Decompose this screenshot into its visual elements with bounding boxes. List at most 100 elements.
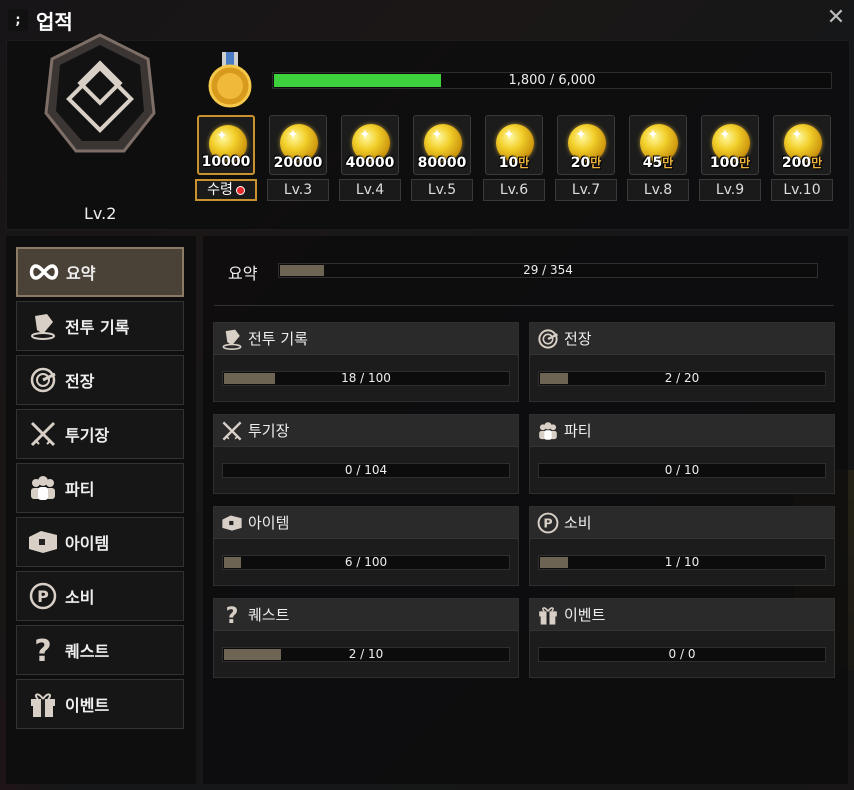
card-header: 전장 — [530, 323, 834, 355]
category-card[interactable]: 전투 기록 18 / 100 — [213, 322, 519, 402]
category-card[interactable]: 전장 2 / 20 — [529, 322, 835, 402]
coin-icon: P — [536, 511, 560, 535]
category-card[interactable]: 파티 0 / 10 — [529, 414, 835, 494]
sidebar-item-label: 투기장 — [65, 426, 110, 445]
sidebar-item-label: 전투 기록 — [65, 318, 130, 337]
reward-slot[interactable]: ✦ 80000 Lv.5 — [411, 115, 473, 201]
reward-amount: 200만 — [781, 155, 823, 171]
party-icon — [25, 470, 61, 506]
party-icon — [536, 419, 560, 443]
card-title: 이벤트 — [564, 606, 606, 624]
divider — [214, 305, 834, 306]
reward-level-label: Lv.3 — [267, 179, 329, 201]
reward-box[interactable]: ✦ 45만 — [629, 115, 687, 175]
crossed-swords-icon — [25, 416, 61, 452]
claim-button[interactable]: 수령 — [195, 179, 257, 201]
card-progress-bar: 2 / 10 — [222, 647, 510, 662]
sidebar-item-label: 전장 — [65, 372, 95, 391]
achievement-emblem-icon — [44, 33, 156, 153]
sidebar-item-label: 아이템 — [65, 534, 110, 553]
reward-slot[interactable]: ✦ 10만 Lv.6 — [483, 115, 545, 201]
sidebar-item[interactable]: 요약 — [16, 247, 184, 297]
question-icon: ? — [25, 632, 61, 668]
svg-text:P: P — [543, 515, 552, 530]
reward-amount: 100만 — [709, 155, 751, 171]
reward-box[interactable]: ✦ 10만 — [485, 115, 543, 175]
window-menu-icon[interactable]: ; — [8, 9, 28, 31]
sidebar-item[interactable]: 파티 — [16, 463, 184, 513]
card-header: P 소비 — [530, 507, 834, 539]
card-title: 전장 — [564, 330, 592, 348]
category-card[interactable]: ? 퀘스트 2 / 10 — [213, 598, 519, 678]
card-title: 소비 — [564, 514, 592, 532]
reward-box[interactable]: ✦ 20만 — [557, 115, 615, 175]
coin-icon: P — [25, 578, 61, 614]
sidebar-item[interactable]: P 소비 — [16, 571, 184, 621]
crossed-swords-icon — [220, 419, 244, 443]
achievement-window: ; 업적 ✕ Lv.2 1,800 / 6,000 ✦ 10000 수령 ✦ 20000… — [0, 0, 854, 790]
card-progress-bar: 1 / 10 — [538, 555, 826, 570]
card-progress-text: 2 / 10 — [348, 647, 384, 661]
reward-amount: 40000 — [345, 155, 395, 171]
battlefield-icon — [25, 362, 61, 398]
card-progress-text: 1 / 10 — [664, 555, 700, 569]
experience-text: 1,800 / 6,000 — [508, 73, 596, 88]
reward-slot[interactable]: ✦ 100만 Lv.9 — [699, 115, 761, 201]
reward-slot[interactable]: ✦ 40000 Lv.4 — [339, 115, 401, 201]
chest-icon — [25, 524, 61, 560]
reward-box[interactable]: ✦ 100만 — [701, 115, 759, 175]
battlefield-icon — [536, 327, 560, 351]
svg-text:?: ? — [226, 604, 239, 626]
sidebar-item-label: 퀘스트 — [65, 642, 110, 661]
reward-slot[interactable]: ✦ 200만 Lv.10 — [771, 115, 833, 201]
experience-bar: 1,800 / 6,000 — [272, 72, 832, 89]
reward-level-label: Lv.10 — [771, 179, 833, 201]
category-card[interactable]: 아이템 6 / 100 — [213, 506, 519, 586]
reward-box[interactable]: ✦ 20000 — [269, 115, 327, 175]
card-header: 전투 기록 — [214, 323, 518, 355]
card-progress-text: 6 / 100 — [344, 555, 388, 569]
card-progress-text: 0 / 0 — [668, 647, 696, 661]
sidebar-item[interactable]: 전투 기록 — [16, 301, 184, 351]
notification-dot — [235, 185, 245, 195]
card-progress-bar: 18 / 100 — [222, 371, 510, 386]
gift-icon — [25, 686, 61, 722]
question-icon: ? — [220, 603, 244, 627]
reward-level-label: Lv.7 — [555, 179, 617, 201]
category-card[interactable]: 이벤트 0 / 0 — [529, 598, 835, 678]
reward-box[interactable]: ✦ 80000 — [413, 115, 471, 175]
svg-text:?: ? — [34, 635, 51, 665]
reward-slot[interactable]: ✦ 10000 수령 — [195, 115, 257, 201]
card-title: 파티 — [564, 422, 592, 440]
card-progress-bar: 2 / 20 — [538, 371, 826, 386]
reward-amount: 20만 — [570, 155, 602, 171]
window-title: 업적 — [36, 9, 73, 34]
summary-progress-bar: 29 / 354 — [278, 263, 818, 278]
sidebar-item[interactable]: ? 퀘스트 — [16, 625, 184, 675]
reward-amount: 45만 — [642, 155, 674, 171]
card-progress-bar: 6 / 100 — [222, 555, 510, 570]
sidebar-item[interactable]: 이벤트 — [16, 679, 184, 729]
card-header: 아이템 — [214, 507, 518, 539]
sidebar-item-label: 소비 — [65, 588, 95, 607]
sidebar-item[interactable]: 투기장 — [16, 409, 184, 459]
card-progress-bar: 0 / 10 — [538, 463, 826, 478]
reward-slot[interactable]: ✦ 20만 Lv.7 — [555, 115, 617, 201]
summary-title: 요약 — [228, 264, 258, 283]
category-card[interactable]: 투기장 0 / 104 — [213, 414, 519, 494]
reward-slot[interactable]: ✦ 45만 Lv.8 — [627, 115, 689, 201]
card-progress-text: 0 / 104 — [344, 463, 388, 477]
card-progress-text: 2 / 20 — [664, 371, 700, 385]
card-title: 투기장 — [248, 422, 290, 440]
reward-box[interactable]: ✦ 10000 — [197, 115, 255, 175]
player-level: Lv.2 — [84, 204, 117, 223]
sidebar-item[interactable]: 아이템 — [16, 517, 184, 567]
close-button[interactable]: ✕ — [824, 7, 848, 31]
reward-box[interactable]: ✦ 200만 — [773, 115, 831, 175]
category-card[interactable]: P 소비 1 / 10 — [529, 506, 835, 586]
reward-amount: 10000 — [201, 154, 251, 170]
reward-slot[interactable]: ✦ 20000 Lv.3 — [267, 115, 329, 201]
medal-icon — [208, 52, 252, 108]
reward-box[interactable]: ✦ 40000 — [341, 115, 399, 175]
sidebar-item[interactable]: 전장 — [16, 355, 184, 405]
